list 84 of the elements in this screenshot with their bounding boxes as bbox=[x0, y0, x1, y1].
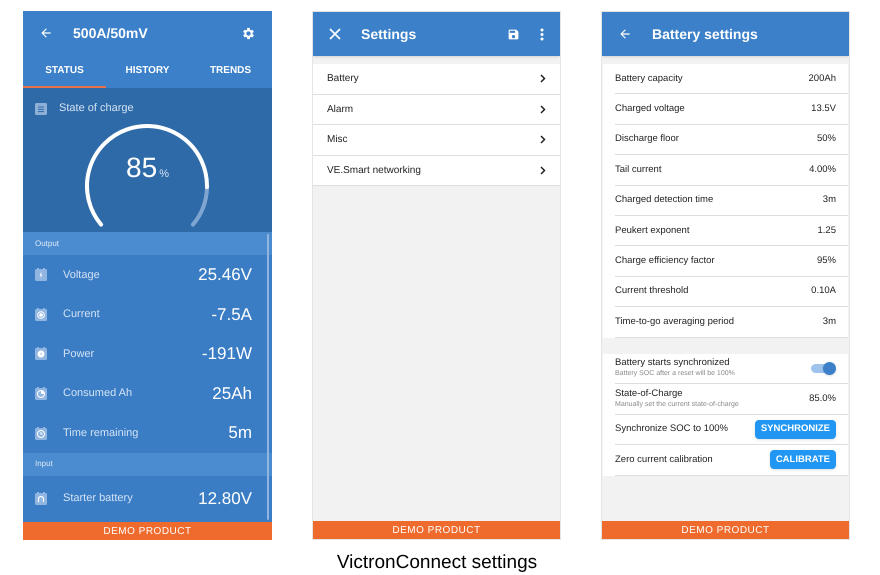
setting-row[interactable]: Battery capacity 200Ah bbox=[615, 64, 848, 94]
setting-label: Charge efficiency factor bbox=[615, 254, 716, 268]
chevron-right-icon bbox=[540, 104, 546, 114]
setting-value: 3m bbox=[822, 193, 836, 208]
demo-product-banner: DEMO PRODUCT bbox=[602, 521, 849, 539]
setting-row[interactable]: Peukert exponent 1.25 bbox=[615, 216, 848, 246]
setting-label: Peukert exponent bbox=[615, 224, 690, 238]
settings-icon[interactable] bbox=[241, 26, 256, 40]
pie-icon bbox=[35, 387, 47, 400]
setting-label: Tail current bbox=[615, 162, 662, 177]
reading-label: Consumed Ah bbox=[63, 386, 134, 402]
back-arrow-icon[interactable] bbox=[618, 27, 632, 41]
setting-label: Charged voltage bbox=[615, 102, 686, 116]
option-label: Synchronize SOC to 100% bbox=[615, 423, 730, 436]
menu-item[interactable]: Battery bbox=[313, 64, 560, 94]
reading-label: Power bbox=[63, 346, 96, 362]
setting-value: 1.25 bbox=[818, 224, 836, 238]
reading-label: Current bbox=[63, 307, 101, 322]
reading-value: -191W bbox=[202, 343, 253, 366]
menu-item-label: Battery bbox=[327, 72, 360, 86]
reading-value: -7.5A bbox=[211, 304, 253, 326]
setting-value: 3m bbox=[822, 314, 836, 329]
battery-list-icon bbox=[35, 102, 47, 115]
clock-icon bbox=[35, 426, 47, 440]
power-icon bbox=[35, 347, 47, 360]
soc-label: State of charge bbox=[59, 101, 134, 116]
setting-row[interactable]: Current threshold 0.10A bbox=[615, 276, 848, 308]
reading-label: Starter battery bbox=[63, 491, 134, 506]
soc-value: 85 bbox=[126, 154, 158, 182]
setting-label: Current threshold bbox=[615, 284, 690, 298]
loop-icon bbox=[35, 492, 47, 505]
menu-item[interactable]: Alarm bbox=[313, 94, 560, 125]
reading-value: 5m bbox=[228, 422, 253, 444]
setting-row[interactable]: Charged voltage 13.5V bbox=[615, 94, 848, 125]
option-label: Battery starts synchronized bbox=[615, 357, 731, 370]
back-arrow-icon[interactable] bbox=[39, 26, 53, 40]
reading-label: Voltage bbox=[63, 268, 101, 283]
chevron-right-icon bbox=[540, 166, 546, 175]
setting-label: Battery capacity bbox=[615, 72, 684, 86]
setting-label: Time-to-go averaging period bbox=[615, 314, 735, 329]
chevron-right-icon bbox=[540, 135, 546, 144]
screen-title: 500A/50mV bbox=[73, 24, 149, 42]
setting-row[interactable]: Discharge floor 50% bbox=[615, 124, 848, 156]
setting-label: Charged detection time bbox=[615, 193, 714, 208]
setting-value: 13.5V bbox=[811, 102, 836, 116]
screen-title: Battery settings bbox=[652, 24, 759, 44]
setting-value: 200Ah bbox=[808, 72, 836, 86]
setting-value: 0.10A bbox=[811, 284, 836, 298]
menu-item-label: VE.Smart networking bbox=[327, 164, 422, 178]
setting-row[interactable]: Charge efficiency factor 95% bbox=[615, 246, 848, 277]
reading-value: 25Ah bbox=[212, 382, 253, 405]
chevron-right-icon bbox=[540, 74, 546, 84]
reading-value: 25.46V bbox=[198, 264, 253, 286]
setting-value: 50% bbox=[816, 132, 836, 146]
reading-label: Time remaining bbox=[63, 426, 140, 441]
bolt-icon bbox=[35, 268, 47, 282]
setting-row[interactable]: Charged detection time 3m bbox=[615, 186, 848, 216]
gauge-track bbox=[190, 185, 209, 227]
demo-product-banner: DEMO PRODUCT bbox=[313, 521, 560, 539]
setting-row[interactable]: Time-to-go averaging period 3m bbox=[615, 307, 848, 338]
more-menu-icon[interactable] bbox=[540, 28, 544, 40]
menu-item-label: Alarm bbox=[327, 102, 354, 117]
section-title: Output bbox=[35, 238, 60, 250]
option-label: Zero current calibration bbox=[615, 454, 714, 466]
menu-item[interactable]: Misc bbox=[313, 125, 560, 156]
menu-item[interactable]: VE.Smart networking bbox=[313, 156, 560, 186]
tab[interactable]: TRENDS bbox=[189, 55, 272, 88]
reading-value: 12.80V bbox=[198, 488, 253, 510]
save-icon[interactable] bbox=[507, 28, 520, 40]
demo-product-banner: DEMO PRODUCT bbox=[23, 522, 272, 540]
menu-item-label: Misc bbox=[327, 133, 349, 148]
tab[interactable]: HISTORY bbox=[106, 55, 189, 88]
setting-label: Discharge floor bbox=[615, 132, 680, 146]
setting-row[interactable]: Tail current 4.00% bbox=[615, 155, 848, 186]
figure-caption: VictronConnect settings bbox=[336, 551, 538, 575]
option-value: 85.0% bbox=[809, 392, 836, 406]
toggle-switch[interactable] bbox=[810, 361, 836, 376]
option-label: State-of-Charge bbox=[615, 388, 684, 400]
close-icon[interactable] bbox=[329, 28, 341, 40]
section-title: Input bbox=[35, 458, 53, 470]
soc-unit: % bbox=[159, 167, 169, 182]
setting-value: 4.00% bbox=[809, 162, 836, 177]
setting-value: 95% bbox=[816, 254, 836, 268]
screen-title: Settings bbox=[361, 24, 418, 44]
